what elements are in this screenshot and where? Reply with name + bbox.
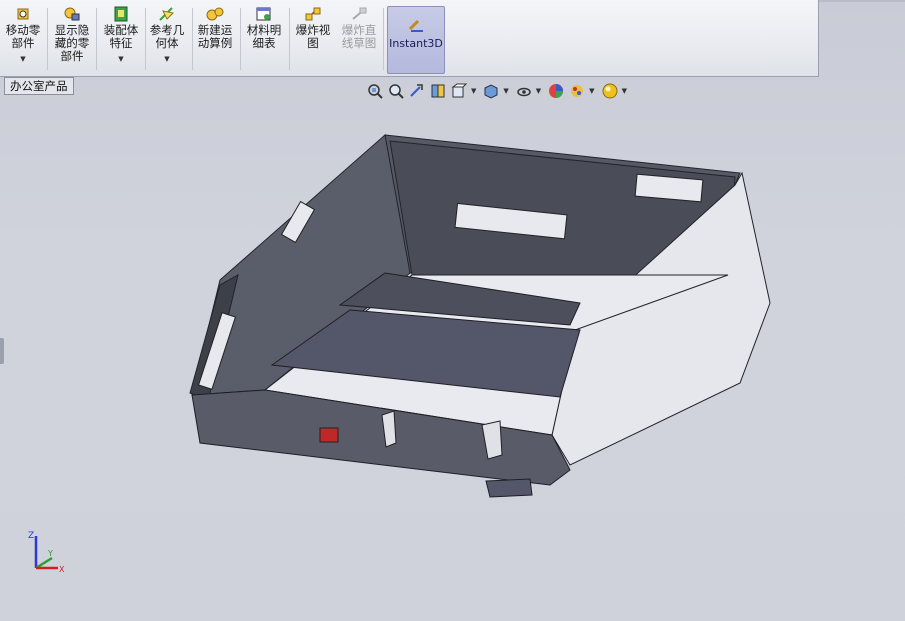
- exploded-view-label-2: 图: [307, 36, 319, 50]
- assembly-features-label-1: 装配体: [103, 23, 139, 37]
- feature-manager-collapse-handle[interactable]: [0, 338, 4, 364]
- toolbar-divider: [383, 8, 384, 70]
- apply-scene-icon[interactable]: [568, 82, 586, 100]
- explode-line-sketch-label-1: 爆炸直: [341, 23, 377, 37]
- view-settings-icon[interactable]: [601, 82, 619, 100]
- new-motion-study-label-2: 动算例: [197, 36, 233, 50]
- bill-of-materials-label-1: 材料明: [246, 23, 282, 37]
- hide-show-items-icon[interactable]: [515, 82, 533, 100]
- new-motion-study-button[interactable]: 新建运 动算例: [194, 6, 236, 50]
- toolbar-divider: [192, 8, 193, 70]
- display-style-icon[interactable]: [482, 82, 500, 100]
- chevron-down-icon[interactable]: ▼: [589, 87, 594, 95]
- zoom-to-fit-icon[interactable]: [366, 82, 384, 100]
- show-hidden-label-3: 部件: [60, 49, 84, 63]
- command-manager-toolbar: 移动零 部件 ▼ 显示隐 藏的零 部件 装配体 特征 ▼ 参考几 何体 ▼ 新建…: [0, 0, 819, 77]
- section-view-icon[interactable]: [429, 82, 447, 100]
- tab-office-products[interactable]: 办公室产品: [4, 77, 74, 95]
- explode-line-sketch-button: 爆炸直 线草图: [337, 6, 381, 50]
- triad-y-label: Y: [47, 549, 53, 558]
- toolbar-divider: [47, 8, 48, 70]
- chevron-down-icon[interactable]: ▼: [503, 87, 508, 95]
- move-component-label-2: 部件: [11, 36, 35, 50]
- model-red-connector: [319, 427, 339, 443]
- toolbar-divider: [96, 8, 97, 70]
- show-hidden-label-2: 藏的零: [54, 36, 90, 50]
- show-hidden-components-icon: [64, 7, 80, 21]
- zoom-to-area-icon[interactable]: [387, 82, 405, 100]
- assembly-features-label-2: 特征: [109, 36, 133, 50]
- instant3d-icon: [408, 19, 423, 32]
- model-foot: [485, 478, 533, 498]
- heads-up-view-toolbar: ▼ ▼ ▼ ▼ ▼: [366, 81, 630, 101]
- previous-view-icon[interactable]: [408, 82, 426, 100]
- sheet-metal-tray-model[interactable]: [180, 125, 780, 505]
- explode-line-sketch-label-2: 线草图: [341, 36, 377, 50]
- exploded-view-button[interactable]: 爆炸视 图: [292, 6, 334, 50]
- bill-of-materials-button[interactable]: 材料明 细表: [243, 6, 285, 50]
- move-component-icon: [17, 8, 29, 20]
- exploded-view-label-1: 爆炸视: [295, 23, 331, 37]
- triad-x-label: X: [59, 565, 65, 574]
- move-component-label-1: 移动零: [5, 23, 41, 37]
- assembly-features-button[interactable]: 装配体 特征 ▼: [100, 6, 142, 66]
- reference-geometry-button[interactable]: 参考几 何体 ▼: [146, 6, 188, 66]
- reference-geometry-label-1: 参考几: [149, 23, 185, 37]
- instant3d-label: Instant3D: [389, 37, 443, 50]
- reference-geometry-icon: [159, 7, 175, 21]
- chevron-down-icon[interactable]: ▼: [146, 53, 188, 66]
- reference-geometry-label-2: 何体: [155, 36, 179, 50]
- show-hidden-components-button[interactable]: 显示隐 藏的零 部件: [51, 6, 93, 63]
- assembly-features-icon: [114, 6, 128, 22]
- new-motion-study-icon: [206, 7, 224, 21]
- toolbar-divider: [240, 8, 241, 70]
- coordinate-triad: Z Y X: [28, 531, 65, 574]
- chevron-down-icon[interactable]: ▼: [536, 87, 541, 95]
- toolbar-divider: [289, 8, 290, 70]
- move-component-button[interactable]: 移动零 部件 ▼: [3, 6, 43, 66]
- exploded-view-icon: [305, 7, 321, 21]
- bill-of-materials-label-2: 细表: [252, 36, 276, 50]
- chevron-down-icon[interactable]: ▼: [622, 87, 627, 95]
- chevron-down-icon[interactable]: ▼: [471, 87, 476, 95]
- edit-appearance-icon[interactable]: [547, 82, 565, 100]
- triad-z-label: Z: [28, 531, 34, 541]
- chevron-down-icon[interactable]: ▼: [3, 53, 43, 66]
- view-orientation-icon[interactable]: [450, 82, 468, 100]
- new-motion-study-label-1: 新建运: [197, 23, 233, 37]
- explode-line-sketch-icon: [352, 7, 367, 20]
- bill-of-materials-icon: [256, 7, 271, 21]
- instant3d-button[interactable]: Instant3D: [387, 6, 445, 74]
- chevron-down-icon[interactable]: ▼: [100, 53, 142, 66]
- show-hidden-label-1: 显示隐: [54, 23, 90, 37]
